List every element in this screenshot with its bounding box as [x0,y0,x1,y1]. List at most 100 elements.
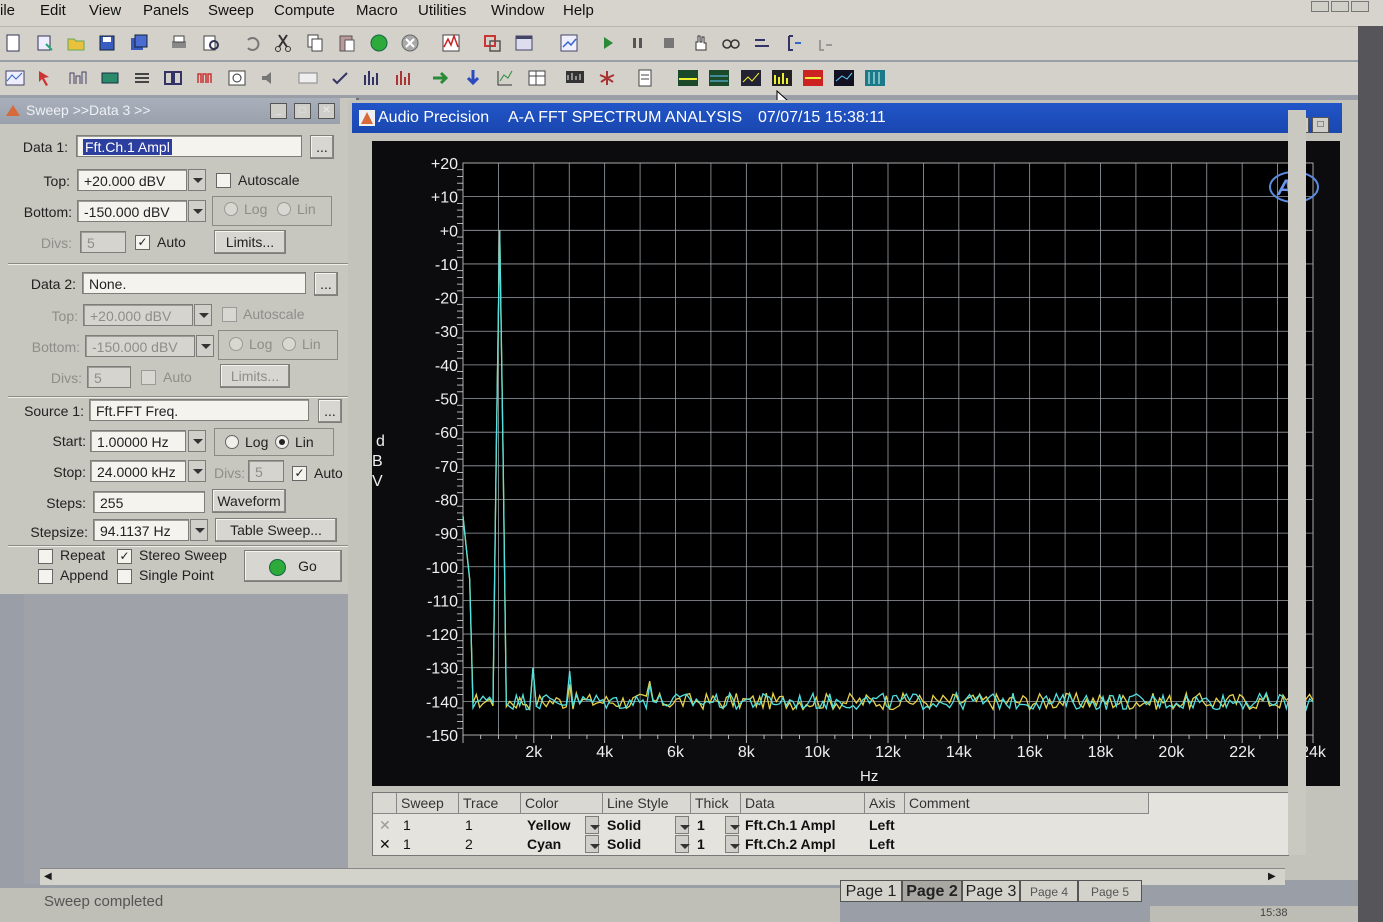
data1-top-field[interactable]: +20.000 dBV [77,169,187,191]
spectrum-teal-icon[interactable] [864,67,886,89]
bars-red-icon[interactable] [392,67,414,89]
graph-icon[interactable] [440,32,462,54]
data2-field[interactable]: None. [82,272,306,294]
spectrum-bars-icon[interactable] [771,67,793,89]
tab-page-5[interactable]: Page 5 [1078,880,1142,902]
graph-maximize-button[interactable]: □ [1312,117,1329,133]
save-icon[interactable] [96,32,118,54]
source1-log-radio[interactable] [225,435,239,449]
cell-line-style[interactable]: Solid [603,816,641,835]
repeat-checkbox[interactable] [38,549,53,564]
data1-browse-button[interactable]: ... [310,135,334,159]
scroll-right-icon[interactable]: ▶ [1268,871,1276,882]
stereo-sweep-checkbox[interactable]: ✓ [117,549,132,564]
col-axis[interactable]: Axis [865,793,905,814]
menu-edit[interactable]: Edit [40,2,66,19]
table-icon[interactable] [526,67,548,89]
graph-vertical-scrollbar[interactable] [1288,110,1306,855]
paste-icon[interactable] [336,32,358,54]
fft-icon[interactable] [564,67,586,89]
analyzer-icon[interactable] [67,67,89,89]
tab-page-4[interactable]: Page 4 [1020,880,1078,902]
source1-lin-radio[interactable] [275,435,289,449]
waveform-button[interactable]: Waveform [212,489,286,513]
print-preview-icon[interactable] [200,32,222,54]
color-dropdown[interactable] [585,816,600,834]
style-dropdown[interactable] [675,816,690,834]
graph-titlebar[interactable]: Audio Precision A-A FFT SPECTRUM ANALYSI… [352,103,1342,133]
menu-help[interactable]: Help [563,2,594,19]
row-check-icon[interactable]: ✕ [375,835,395,854]
cell-axis[interactable]: Left [865,835,895,854]
check-icon[interactable] [329,67,351,89]
data1-auto-checkbox[interactable]: ✓ [135,235,150,250]
panel-maximize-button[interactable]: □ [294,103,311,119]
cell-line-style[interactable]: Solid [603,835,641,854]
cut-icon[interactable] [272,32,294,54]
window-icon[interactable] [513,32,535,54]
edit-graph-icon[interactable] [558,32,580,54]
spectrum-yellow-icon[interactable] [677,67,699,89]
cell-data[interactable]: Fft.Ch.2 Ampl [741,835,835,854]
new-icon[interactable] [2,32,24,54]
panel-close-button[interactable]: ✕ [318,103,335,119]
glasses-icon[interactable] [720,32,742,54]
meter-icon[interactable] [226,67,248,89]
stop-field[interactable]: 24.0000 kHz [90,460,186,482]
source1-auto-checkbox[interactable]: ✓ [292,466,307,481]
undo-icon[interactable] [241,32,263,54]
cursor-icon[interactable] [35,67,57,89]
step-icon[interactable] [751,32,773,54]
open-icon[interactable] [65,32,87,54]
data1-bottom-dropdown[interactable] [188,200,206,222]
play-icon[interactable] [597,32,619,54]
copy-icon[interactable] [304,32,326,54]
menu-file[interactable]: ile [0,2,15,19]
cell-color[interactable]: Cyan [523,835,561,854]
go-green-icon[interactable] [368,32,390,54]
panel-minimize-button[interactable]: _ [270,103,287,119]
menu-panels[interactable]: Panels [143,2,189,19]
arrow-down-icon[interactable] [462,67,484,89]
append-checkbox[interactable] [38,569,53,584]
settings-icon[interactable] [131,67,153,89]
steps-field[interactable]: 255 [93,491,205,513]
go-button[interactable]: Go [244,550,342,582]
cell-data[interactable]: Fft.Ch.1 Ampl [741,816,835,835]
data2-auto-checkbox[interactable] [141,370,156,385]
cell-color[interactable]: Yellow [523,816,571,835]
data2-autoscale-checkbox[interactable] [222,307,237,322]
bracket-dim-icon[interactable] [814,32,836,54]
color-dropdown[interactable] [585,835,600,853]
dcx-icon[interactable] [297,67,319,89]
single-point-checkbox[interactable] [117,569,132,584]
ant-icon[interactable] [596,67,618,89]
app-close-button[interactable] [1351,1,1369,12]
notes-icon[interactable] [635,67,657,89]
source1-browse-button[interactable]: ... [318,399,342,423]
menu-compute[interactable]: Compute [274,2,335,19]
menu-window[interactable]: Window [491,2,544,19]
data2-bottom-field[interactable]: -150.000 dBV [85,335,195,357]
data1-autoscale-checkbox[interactable] [216,173,231,188]
stop-dropdown[interactable] [188,460,206,482]
data1-limits-button[interactable]: Limits... [214,230,286,254]
app-minimize-button[interactable] [1311,1,1329,12]
data1-lin-radio[interactable] [277,202,291,216]
stop-square-icon[interactable] [658,32,680,54]
spectrum-dark-icon[interactable] [833,67,855,89]
col-trace[interactable]: Trace [459,793,521,814]
row-check-icon[interactable]: ✕ [375,816,395,835]
generator-icon[interactable] [99,67,121,89]
col-data[interactable]: Data [741,793,865,814]
spectrum-multi-icon[interactable] [740,67,762,89]
hand-icon[interactable] [689,32,711,54]
stepsize-dropdown[interactable] [190,519,208,541]
cell-thick[interactable]: 1 [693,816,705,835]
data2-limits-button[interactable]: Limits... [220,364,290,388]
col-thick[interactable]: Thick [691,793,741,814]
save-all-icon[interactable] [128,32,150,54]
data1-top-dropdown[interactable] [188,169,206,191]
data2-lin-radio[interactable] [282,337,296,351]
bars-icon[interactable] [360,67,382,89]
